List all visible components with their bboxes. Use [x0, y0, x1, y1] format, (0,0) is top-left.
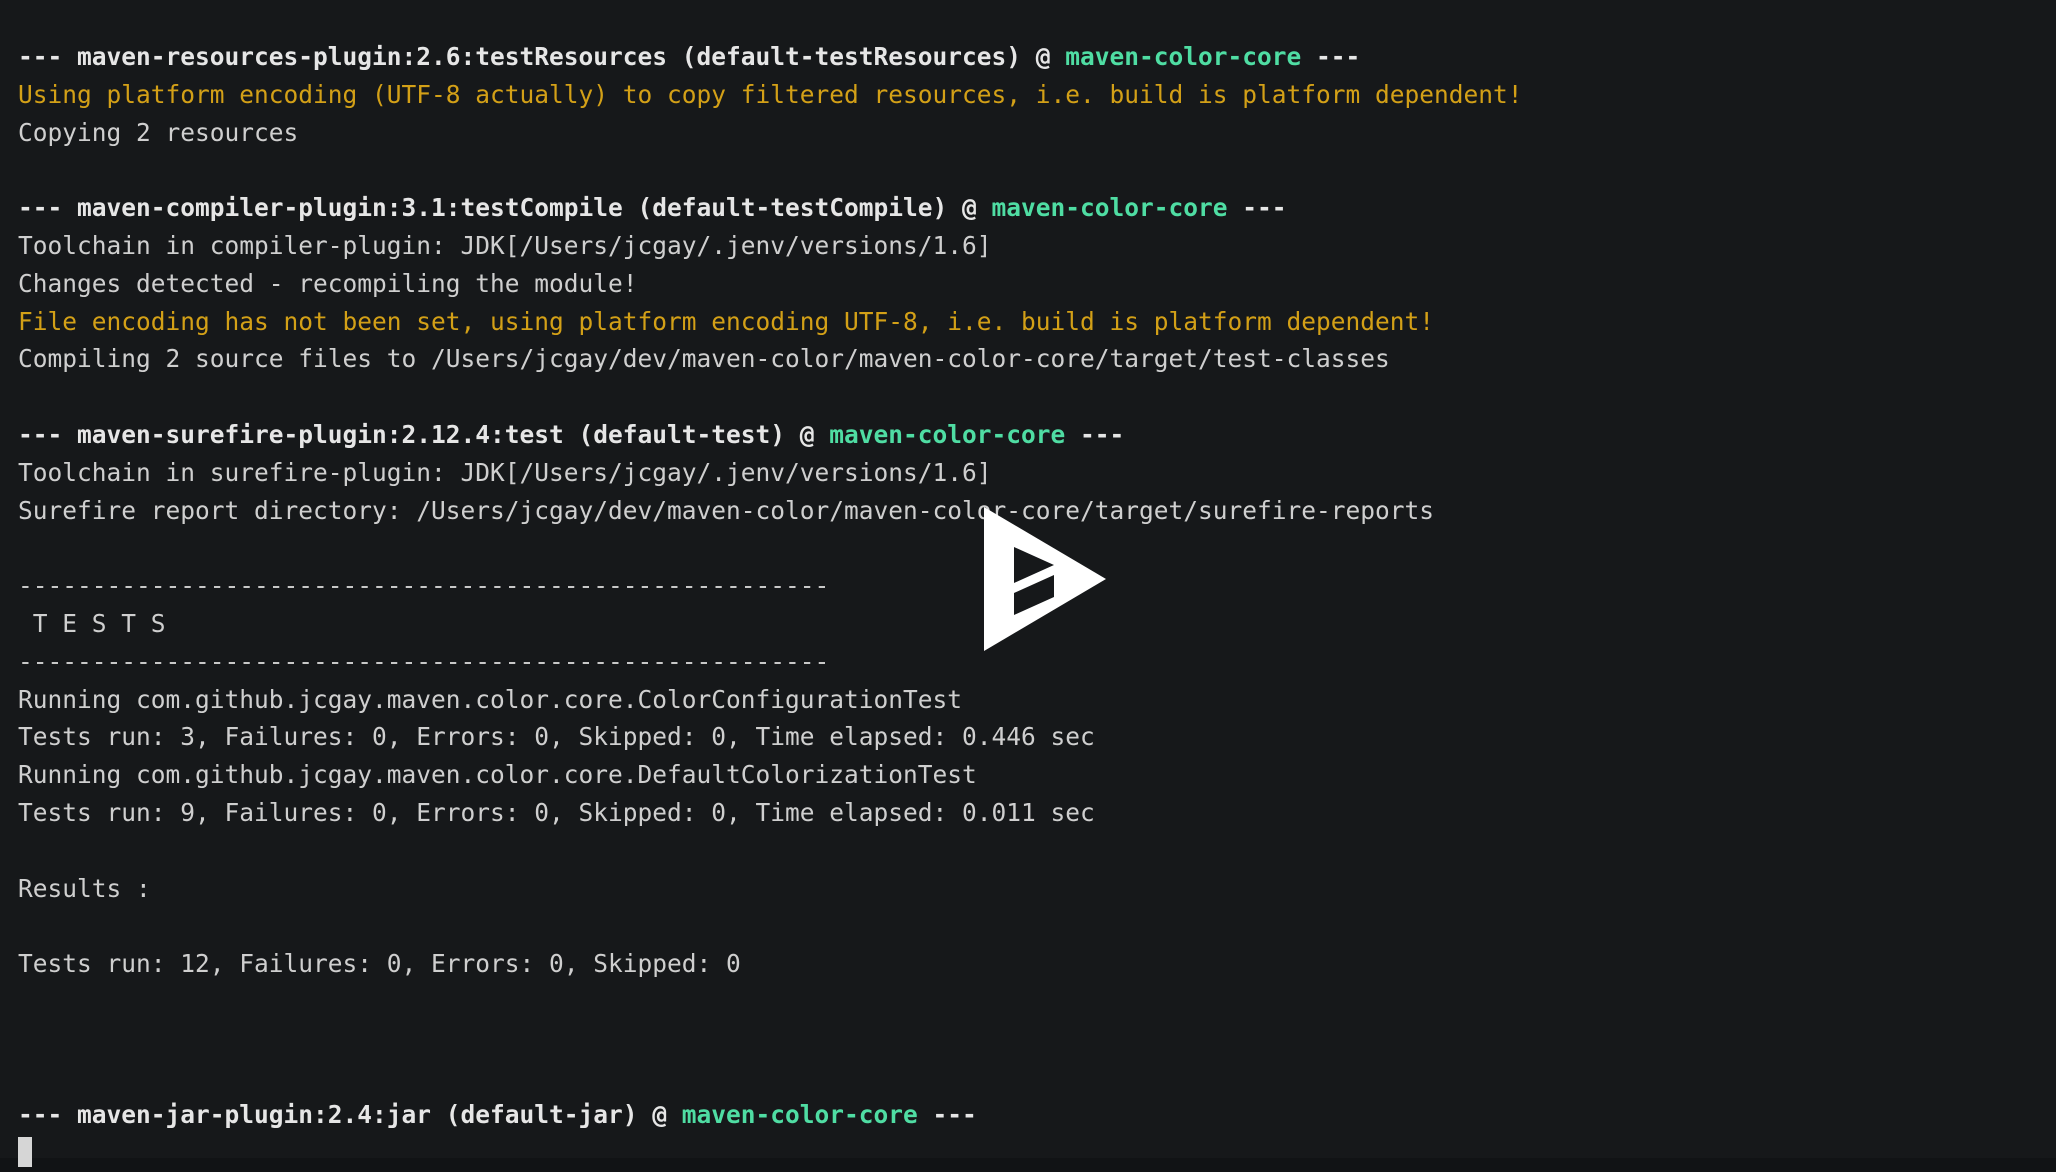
terminal-line: --- maven-surefire-plugin:2.12.4:test (d…	[18, 416, 2056, 454]
terminal-text: Toolchain in compiler-plugin: JDK[/Users…	[18, 230, 992, 260]
terminal-line: --- maven-resources-plugin:2.6:testResou…	[18, 38, 2056, 76]
terminal-line: Tests run: 3, Failures: 0, Errors: 0, Sk…	[18, 718, 2056, 756]
terminal-text: ----------------------------------------…	[18, 646, 830, 676]
terminal-text: Toolchain in surefire-plugin: JDK[/Users…	[18, 457, 992, 487]
terminal-text: Surefire report directory: /Users/jcgay/…	[18, 495, 1435, 525]
terminal-text: Results :	[18, 873, 151, 903]
terminal-line: Running com.github.jcgay.maven.color.cor…	[18, 681, 2056, 719]
terminal-text: ---	[1301, 42, 1361, 71]
terminal-text: Tests run: 3, Failures: 0, Errors: 0, Sk…	[18, 722, 1095, 752]
terminal-line: --- maven-jar-plugin:2.4:jar (default-ja…	[18, 1096, 2056, 1134]
terminal-line	[18, 1134, 2056, 1172]
terminal-text: ---	[917, 1100, 977, 1130]
terminal-text: Running com.github.jcgay.maven.color.cor…	[18, 760, 977, 790]
terminal-text: --- maven-jar-plugin:2.4:jar (default-ja…	[18, 1100, 682, 1130]
terminal-text: ---	[1227, 193, 1287, 223]
terminal-line: Tests run: 12, Failures: 0, Errors: 0, S…	[18, 945, 2056, 983]
terminal-text: --- maven-resources-plugin:2.6:testResou…	[18, 42, 1066, 71]
terminal-cursor	[18, 1137, 32, 1168]
terminal-line: --- maven-compiler-plugin:3.1:testCompil…	[18, 189, 2056, 227]
terminal-text: Using platform encoding (UTF-8 actually)…	[18, 79, 1523, 109]
terminal-text: --- maven-surefire-plugin:2.12.4:test (d…	[18, 419, 830, 449]
terminal-text: File encoding has not been set, using pl…	[18, 306, 1435, 336]
terminal-text: T E S T S	[18, 608, 166, 638]
terminal-text: --- maven-compiler-plugin:3.1:testCompil…	[18, 193, 992, 223]
terminal-text: ---	[1065, 419, 1125, 449]
terminal-line: Tests run: 9, Failures: 0, Errors: 0, Sk…	[18, 794, 2056, 832]
terminal-text: Tests run: 12, Failures: 0, Errors: 0, S…	[18, 949, 741, 979]
terminal-line: Toolchain in compiler-plugin: JDK[/Users…	[18, 227, 2056, 265]
terminal-text: Copying 2 resources	[18, 117, 299, 147]
terminal-text: Running com.github.jcgay.maven.color.cor…	[18, 684, 963, 714]
terminal-line: Running com.github.jcgay.maven.color.cor…	[18, 756, 2056, 794]
terminal-line: Toolchain in surefire-plugin: JDK[/Users…	[18, 454, 2056, 492]
terminal-line: File encoding has not been set, using pl…	[18, 303, 2056, 341]
terminal-line: Using platform encoding (UTF-8 actually)…	[18, 76, 2056, 114]
play-button[interactable]	[980, 505, 1110, 653]
terminal-line: Compiling 2 source files to /Users/jcgay…	[18, 340, 2056, 378]
terminal-text: ----------------------------------------…	[18, 571, 830, 601]
terminal-output: --- maven-resources-plugin:2.6:testResou…	[0, 0, 2056, 1168]
play-triangle-icon	[984, 507, 1106, 651]
terminal-text: maven-color-core	[1065, 42, 1302, 71]
terminal-text: Tests run: 9, Failures: 0, Errors: 0, Sk…	[18, 797, 1095, 827]
terminal-text: maven-color-core	[991, 193, 1228, 223]
terminal-text: maven-color-core	[829, 419, 1066, 449]
terminal-text: maven-color-core	[681, 1100, 918, 1130]
terminal-text: Compiling 2 source files to /Users/jcgay…	[18, 344, 1390, 374]
terminal-line: Changes detected - recompiling the modul…	[18, 265, 2056, 303]
terminal-line: Copying 2 resources	[18, 114, 2056, 152]
terminal-line: Results :	[18, 870, 2056, 908]
terminal-text: Changes detected - recompiling the modul…	[18, 268, 638, 298]
